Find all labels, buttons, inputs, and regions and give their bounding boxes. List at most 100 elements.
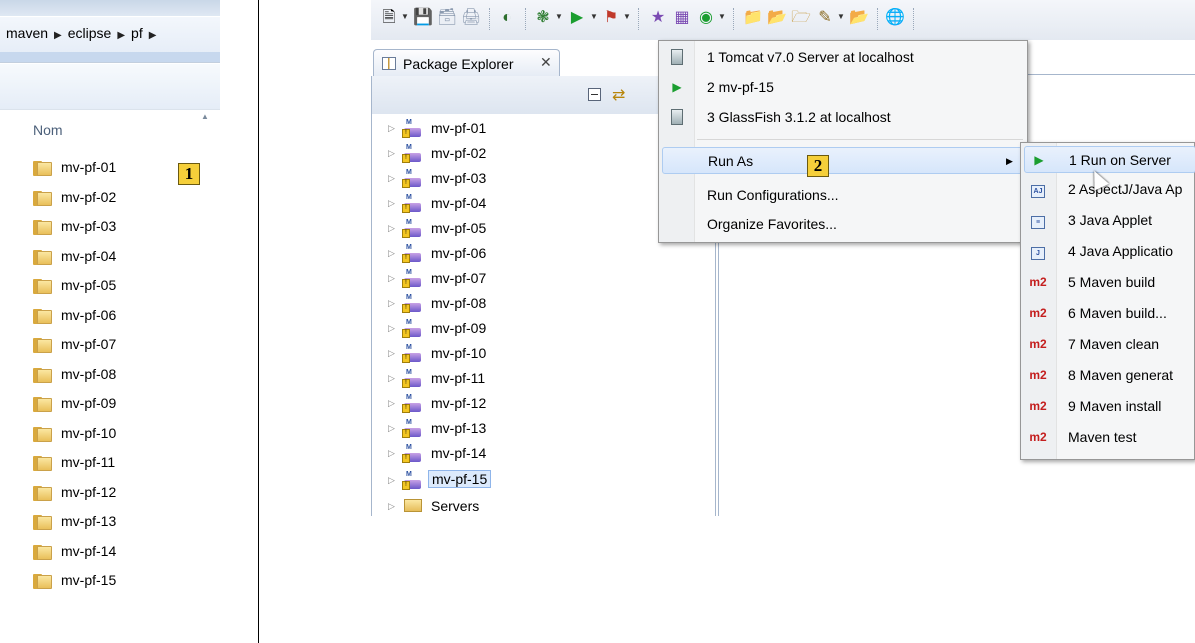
chevron-right-icon[interactable]: ▶ xyxy=(149,30,157,41)
tree-item-project[interactable]: ▷ M! mv-pf-06 xyxy=(388,243,588,267)
link-with-editor-icon[interactable]: ⇄ xyxy=(612,85,625,105)
expand-arrow-icon[interactable]: ▷ xyxy=(388,448,395,459)
search-icon[interactable]: ✎ xyxy=(815,8,835,28)
menu-item-java-applet[interactable]: ≡ 3 Java Applet xyxy=(1024,207,1195,234)
dropdown-arrow-icon[interactable]: ▼ xyxy=(718,12,726,21)
tree-item-project[interactable]: ▷ M! mv-pf-05 xyxy=(388,218,588,242)
new-class-icon[interactable]: ◉ xyxy=(696,8,716,28)
menu-item-run-configurations[interactable]: Run Configurations... xyxy=(662,182,1024,209)
tree-item-project[interactable]: ▷ M! mv-pf-11 xyxy=(388,368,588,392)
perspective-icon[interactable]: ◐ xyxy=(497,8,517,28)
tree-item-project[interactable]: ▷ M! mv-pf-10 xyxy=(388,343,588,367)
menu-item-history-2[interactable]: ▶ 2 mv-pf-15 xyxy=(662,74,1024,101)
new-package-icon[interactable]: ▦ xyxy=(672,8,692,28)
tree-item-project[interactable]: ▷ M! mv-pf-09 xyxy=(388,318,588,342)
folder-icon xyxy=(33,161,53,176)
expand-arrow-icon[interactable]: ▷ xyxy=(388,198,395,209)
folder-item[interactable]: mv-pf-07 xyxy=(33,334,213,358)
column-header-name[interactable]: Nom ▲ xyxy=(0,110,220,148)
folder-item[interactable]: mv-pf-03 xyxy=(33,216,213,240)
collapse-all-icon[interactable] xyxy=(588,88,601,101)
tree-item-project[interactable]: ▷ M! mv-pf-08 xyxy=(388,293,588,317)
chevron-right-icon[interactable]: ▶ xyxy=(54,30,62,41)
tree-item-project[interactable]: ▷ M! mv-pf-02 xyxy=(388,143,588,167)
menu-item-maven-clean[interactable]: m2 7 Maven clean xyxy=(1024,331,1195,358)
expand-arrow-icon[interactable]: ▷ xyxy=(388,475,395,486)
globe-icon[interactable]: 🌐 xyxy=(885,8,905,28)
chevron-right-icon[interactable]: ▶ xyxy=(117,30,125,41)
tree-item-project[interactable]: ▷ M! mv-pf-01 xyxy=(388,118,588,142)
expand-arrow-icon[interactable]: ▷ xyxy=(388,123,395,134)
external-tools-icon[interactable]: ⚑ xyxy=(601,8,621,28)
tree-item-project[interactable]: ▷ M! mv-pf-14 xyxy=(388,443,588,467)
folder-item[interactable]: mv-pf-04 xyxy=(33,246,213,270)
expand-arrow-icon[interactable]: ▷ xyxy=(388,248,395,259)
tree-item-project[interactable]: ▷ M! mv-pf-03 xyxy=(388,168,588,192)
expand-arrow-icon[interactable]: ▷ xyxy=(388,173,395,184)
menu-item-organize-favorites[interactable]: Organize Favorites... xyxy=(662,211,1024,238)
folder-item[interactable]: mv-pf-06 xyxy=(33,305,213,329)
folder-item[interactable]: mv-pf-11 xyxy=(33,452,213,476)
expand-arrow-icon[interactable]: ▷ xyxy=(388,373,395,384)
dropdown-arrow-icon[interactable]: ▼ xyxy=(590,12,598,21)
expand-arrow-icon[interactable]: ▷ xyxy=(388,423,395,434)
open-task-icon[interactable]: 📂 xyxy=(767,8,787,28)
toolbar-separator xyxy=(913,8,915,30)
dropdown-arrow-icon[interactable]: ▼ xyxy=(623,12,631,21)
dropdown-arrow-icon[interactable]: ▼ xyxy=(401,12,409,21)
run-icon[interactable]: ▶ xyxy=(567,8,587,28)
expand-arrow-icon[interactable]: ▷ xyxy=(388,501,395,512)
print-icon[interactable]: 🖨 xyxy=(461,8,481,28)
folder-item[interactable]: mv-pf-05 xyxy=(33,275,213,299)
expand-arrow-icon[interactable]: ▷ xyxy=(388,148,395,159)
breadcrumb-eclipse[interactable]: eclipse xyxy=(68,25,112,41)
menu-item-maven-build[interactable]: m2 5 Maven build xyxy=(1024,269,1195,296)
tree-item-project[interactable]: ▷ M! mv-pf-04 xyxy=(388,193,588,217)
tree-item-project[interactable]: ▷ M! mv-pf-07 xyxy=(388,268,588,292)
dropdown-arrow-icon[interactable]: ▼ xyxy=(837,12,845,21)
menu-item-maven-generate[interactable]: m2 8 Maven generat xyxy=(1024,362,1195,389)
folder-item[interactable]: mv-pf-08 xyxy=(33,364,213,388)
expand-arrow-icon[interactable]: ▷ xyxy=(388,323,395,334)
folder-item[interactable]: mv-pf-10 xyxy=(33,423,213,447)
menu-item-maven-install[interactable]: m2 9 Maven install xyxy=(1024,393,1195,420)
new-icon[interactable]: 🗎 xyxy=(379,8,399,28)
folder-item[interactable]: mv-pf-09 xyxy=(33,393,213,417)
folder-icon[interactable]: 📂 xyxy=(849,8,869,28)
dropdown-arrow-icon[interactable]: ▼ xyxy=(555,12,563,21)
open-folder-icon[interactable]: 🗁 xyxy=(791,8,811,28)
menu-item-history-3[interactable]: 3 GlassFish 3.1.2 at localhost xyxy=(662,104,1024,131)
expand-arrow-icon[interactable]: ▷ xyxy=(388,348,395,359)
close-icon[interactable]: ✕ xyxy=(540,54,552,71)
open-type-icon[interactable]: 📁 xyxy=(743,8,763,28)
expand-arrow-icon[interactable]: ▷ xyxy=(388,273,395,284)
menu-item-java-application[interactable]: J 4 Java Applicatio xyxy=(1024,238,1195,265)
folder-icon xyxy=(33,397,53,412)
tree-item-servers[interactable]: ▷ Servers xyxy=(388,496,588,514)
divider xyxy=(0,52,220,62)
folder-item[interactable]: mv-pf-02 xyxy=(33,187,213,211)
menu-item-run-on-server[interactable]: ▶ 1 Run on Server xyxy=(1024,146,1195,173)
folder-item[interactable]: mv-pf-15 xyxy=(33,570,213,594)
menu-item-maven-build-dialog[interactable]: m2 6 Maven build... xyxy=(1024,300,1195,327)
save-all-icon[interactable]: 🗃 xyxy=(437,8,457,28)
expand-arrow-icon[interactable]: ▷ xyxy=(388,298,395,309)
debug-icon[interactable]: ❃ xyxy=(533,8,553,28)
new-project-icon[interactable]: ★ xyxy=(648,8,668,28)
breadcrumb-pf[interactable]: pf xyxy=(131,25,143,41)
menu-item-maven-test[interactable]: m2 Maven test xyxy=(1024,424,1195,451)
tree-item-project[interactable]: ▷ M! mv-pf-13 xyxy=(388,418,588,442)
save-icon[interactable]: 💾 xyxy=(413,8,433,28)
tree-item-project[interactable]: ▷ M! mv-pf-12 xyxy=(388,393,588,417)
expand-arrow-icon[interactable]: ▷ xyxy=(388,223,395,234)
tab-package-explorer[interactable]: Package Explorer ✕ xyxy=(373,49,560,76)
folder-item[interactable]: mv-pf-12 xyxy=(33,482,213,506)
breadcrumb-maven[interactable]: maven xyxy=(6,25,48,41)
tree-item-project-selected[interactable]: ▷ M! mv-pf-15 xyxy=(388,470,588,494)
menu-item-history-1[interactable]: 1 Tomcat v7.0 Server at localhost xyxy=(662,44,1024,71)
folder-item[interactable]: mv-pf-14 xyxy=(33,541,213,565)
expand-arrow-icon[interactable]: ▷ xyxy=(388,398,395,409)
menu-item-aspectj[interactable]: AJ 2 AspectJ/Java Ap xyxy=(1024,176,1195,203)
folder-item[interactable]: mv-pf-13 xyxy=(33,511,213,535)
menu-item-run-as[interactable]: Run As ▶ xyxy=(662,147,1024,174)
